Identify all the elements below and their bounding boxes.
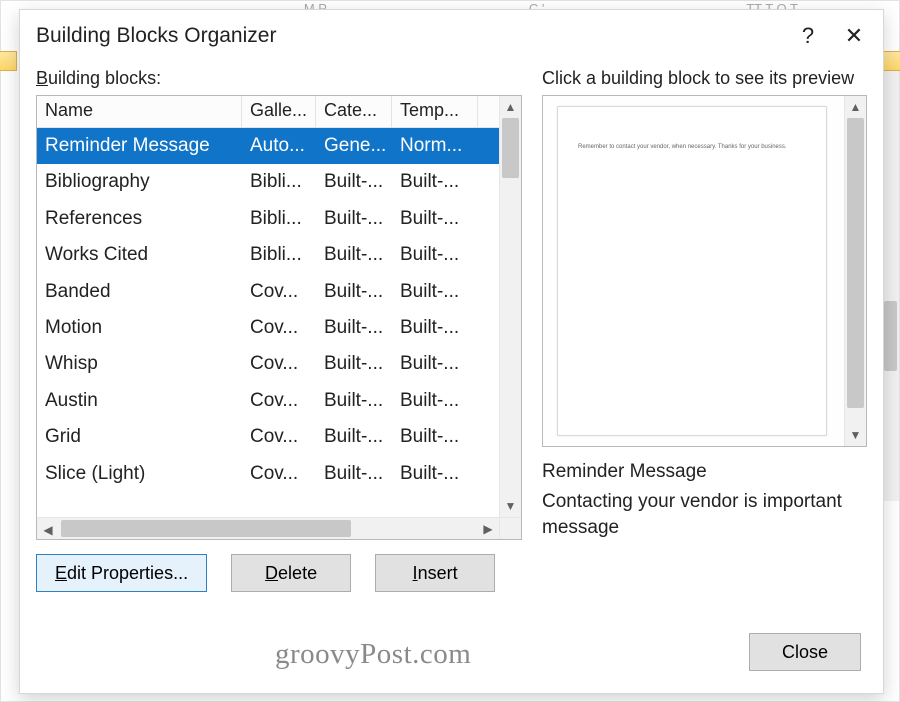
scroll-right-icon[interactable]: ▶ — [477, 518, 499, 540]
cell-category: Built-... — [316, 201, 392, 237]
table-row[interactable]: Works CitedBibli...Built-...Built-... — [37, 237, 499, 273]
cell-gallery: Bibli... — [242, 201, 316, 237]
table-row[interactable]: Reminder MessageAuto...Gene...Norm... — [37, 128, 499, 164]
cell-category: Built-... — [316, 237, 392, 273]
preview-scroll-thumb[interactable] — [847, 118, 864, 408]
scroll-down-icon[interactable]: ▼ — [500, 495, 521, 517]
preview-vertical-scrollbar[interactable]: ▲ ▼ — [844, 96, 866, 446]
cell-gallery: Bibli... — [242, 164, 316, 200]
preview-item-description: Contacting your vendor is important mess… — [542, 489, 867, 540]
preview-pane: Click a building block to see its previe… — [542, 62, 867, 693]
cell-category: Built-... — [316, 383, 392, 419]
help-icon: ? — [802, 23, 814, 49]
cell-name: Grid — [37, 419, 242, 455]
cell-name: Slice (Light) — [37, 456, 242, 492]
cell-template: Built-... — [392, 274, 478, 310]
cell-template: Built-... — [392, 164, 478, 200]
cell-gallery: Cov... — [242, 419, 316, 455]
table-row[interactable]: BandedCov...Built-...Built-... — [37, 274, 499, 310]
cell-name: Banded — [37, 274, 242, 310]
close-button[interactable]: Close — [749, 633, 861, 671]
column-header-name[interactable]: Name — [37, 96, 242, 127]
list-vertical-scrollbar[interactable]: ▲ ▼ — [499, 96, 521, 517]
column-header-category[interactable]: Cate... — [316, 96, 392, 127]
edit-properties-button[interactable]: Edit Properties... — [36, 554, 207, 592]
scrollbar-corner — [499, 517, 521, 539]
help-button[interactable]: ? — [785, 13, 831, 59]
table-row[interactable]: AustinCov...Built-...Built-... — [37, 383, 499, 419]
ribbon-decor-right — [883, 51, 900, 71]
cell-template: Built-... — [392, 383, 478, 419]
dialog-titlebar: Building Blocks Organizer ? ✕ — [20, 10, 883, 62]
table-row[interactable]: MotionCov...Built-...Built-... — [37, 310, 499, 346]
cell-template: Built-... — [392, 237, 478, 273]
cell-template: Built-... — [392, 456, 478, 492]
cell-template: Built-... — [392, 419, 478, 455]
table-row[interactable]: ReferencesBibli...Built-...Built-... — [37, 201, 499, 237]
column-header-gallery[interactable]: Galle... — [242, 96, 316, 127]
building-blocks-list[interactable]: Name Galle... Cate... Temp... Reminder M… — [36, 95, 522, 540]
cell-template: Built-... — [392, 310, 478, 346]
ribbon-decor-left — [0, 51, 17, 71]
cell-gallery: Cov... — [242, 274, 316, 310]
cell-category: Built-... — [316, 456, 392, 492]
cell-template: Norm... — [392, 128, 478, 164]
cell-category: Built-... — [316, 346, 392, 382]
cell-gallery: Bibli... — [242, 237, 316, 273]
scroll-up-icon[interactable]: ▲ — [845, 96, 866, 118]
cell-name: Works Cited — [37, 237, 242, 273]
preview-item-name: Reminder Message — [542, 461, 867, 483]
cell-category: Built-... — [316, 164, 392, 200]
cell-category: Gene... — [316, 128, 392, 164]
cell-name: References — [37, 201, 242, 237]
cell-category: Built-... — [316, 419, 392, 455]
cell-template: Built-... — [392, 346, 478, 382]
dialog-title: Building Blocks Organizer — [36, 24, 276, 48]
preview-page-text: Remember to contact your vendor, when ne… — [578, 143, 806, 151]
preview-box: Remember to contact your vendor, when ne… — [542, 95, 867, 447]
cell-gallery: Auto... — [242, 128, 316, 164]
building-blocks-organizer-dialog: Building Blocks Organizer ? ✕ Building b… — [19, 9, 884, 694]
cell-gallery: Cov... — [242, 383, 316, 419]
list-horizontal-scrollbar[interactable]: ◀ ▶ — [37, 517, 499, 539]
table-row[interactable]: WhispCov...Built-...Built-... — [37, 346, 499, 382]
cell-gallery: Cov... — [242, 456, 316, 492]
building-blocks-list-pane: Building blocks: Name Galle... Cate... T… — [36, 62, 522, 693]
cell-name: Motion — [37, 310, 242, 346]
close-icon: ✕ — [845, 23, 863, 49]
cell-name: Whisp — [37, 346, 242, 382]
cell-category: Built-... — [316, 310, 392, 346]
column-header-template[interactable]: Temp... — [392, 96, 478, 127]
cell-gallery: Cov... — [242, 346, 316, 382]
list-label: Building blocks: — [36, 62, 522, 95]
cell-template: Built-... — [392, 201, 478, 237]
insert-button[interactable]: Insert — [375, 554, 495, 592]
table-row[interactable]: Slice (Light)Cov...Built-...Built-... — [37, 456, 499, 492]
scroll-down-icon[interactable]: ▼ — [845, 424, 866, 446]
dialog-close-button[interactable]: ✕ — [831, 13, 877, 59]
column-headers: Name Galle... Cate... Temp... — [37, 96, 521, 128]
cell-gallery: Cov... — [242, 310, 316, 346]
cell-name: Bibliography — [37, 164, 242, 200]
horizontal-scroll-thumb[interactable] — [61, 520, 351, 537]
table-row[interactable]: BibliographyBibli...Built-...Built-... — [37, 164, 499, 200]
cell-name: Reminder Message — [37, 128, 242, 164]
delete-button[interactable]: Delete — [231, 554, 351, 592]
preview-label: Click a building block to see its previe… — [542, 62, 867, 95]
cell-category: Built-... — [316, 274, 392, 310]
scroll-left-icon[interactable]: ◀ — [37, 519, 59, 541]
cell-name: Austin — [37, 383, 242, 419]
table-row[interactable]: GridCov...Built-...Built-... — [37, 419, 499, 455]
scroll-up-icon[interactable]: ▲ — [500, 96, 521, 118]
vertical-scroll-thumb[interactable] — [502, 118, 519, 178]
preview-page-thumbnail: Remember to contact your vendor, when ne… — [557, 106, 827, 436]
